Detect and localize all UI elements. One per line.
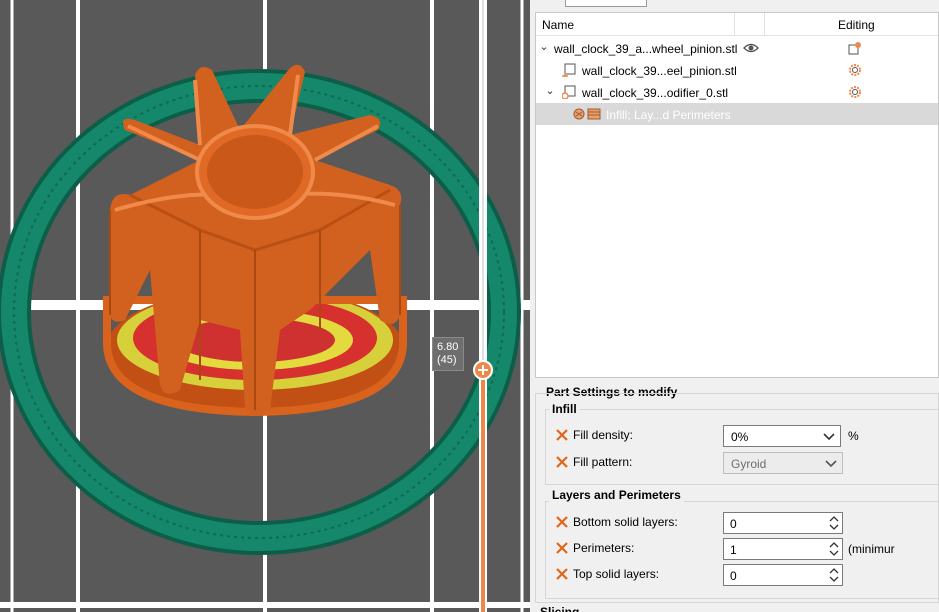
bottom-solid-value: 0 [730, 517, 737, 531]
object-row[interactable]: ⌄ wall_clock_39_a...wheel_pinion.stl [536, 37, 938, 59]
gear-icon[interactable] [848, 63, 862, 77]
spin-arrows-icon[interactable] [828, 567, 840, 583]
fill-density-value: 0% [731, 430, 749, 444]
remove-setting-icon[interactable] [555, 567, 569, 581]
settings-row[interactable]: Infill; Lay...d Perimeters [536, 103, 938, 125]
layer-height-value: 6.80 [437, 341, 459, 353]
perimeters-value: 1 [730, 543, 737, 557]
slice-preview-canvas[interactable] [0, 0, 530, 612]
object-list[interactable]: Name Editing ⌄ wall_clock_39_a...wheel_p… [535, 12, 939, 378]
top-tab-fragment [565, 0, 647, 7]
top-solid-spinner[interactable]: 0 [723, 564, 843, 586]
3d-preview-viewport[interactable]: 6.80 (45) [0, 0, 530, 612]
fill-density-combo[interactable]: 0% [723, 425, 841, 447]
perimeters-unit: (minimur [848, 542, 895, 556]
object-list-header: Name Editing [536, 13, 938, 36]
bottom-solid-spinner[interactable]: 0 [723, 512, 843, 534]
settings-row-label[interactable]: Infill; Lay...d Perimeters [606, 108, 731, 122]
bottom-solid-label: Bottom solid layers: [573, 515, 678, 529]
fill-pattern-value: Gyroid [731, 457, 767, 471]
chevron-down-icon[interactable]: ⌄ [538, 41, 550, 53]
chevron-down-icon[interactable] [824, 457, 838, 469]
remove-setting-icon[interactable] [555, 428, 569, 442]
layer-number-value: (45) [437, 354, 457, 366]
fill-density-label: Fill density: [573, 428, 634, 442]
modifier-name[interactable]: wall_clock_39...odifier_0.stl [582, 86, 728, 100]
column-header-editing[interactable]: Editing [838, 18, 875, 32]
object-settings-icon[interactable] [848, 41, 862, 55]
fill-density-unit: % [848, 429, 859, 443]
modifier-icon [562, 85, 576, 99]
remove-setting-icon[interactable] [555, 515, 569, 529]
column-header-name[interactable]: Name [542, 18, 574, 32]
infill-group-title: Infill [549, 402, 580, 416]
perimeters-spinner[interactable]: 1 [723, 538, 843, 560]
chevron-down-icon[interactable]: ⌄ [544, 85, 556, 97]
remove-setting-icon[interactable] [555, 541, 569, 555]
layer-height-tooltip: 6.80 (45) [432, 337, 464, 371]
layer-slider-handle[interactable] [473, 360, 493, 380]
fill-pattern-label: Fill pattern: [573, 455, 633, 469]
spin-arrows-icon[interactable] [828, 541, 840, 557]
next-section-title: Slicing [540, 605, 580, 612]
part-settings-panel: Part Settings to modify Infill Fill dens… [535, 383, 939, 612]
part-name[interactable]: wall_clock_39...eel_pinion.stl [582, 64, 737, 78]
part-row[interactable]: wall_clock_39...eel_pinion.stl [536, 59, 938, 81]
settings-icon [573, 108, 601, 120]
layers-group-title: Layers and Perimeters [549, 488, 684, 502]
modifier-row[interactable]: ⌄ wall_clock_39...odifier_0.stl [536, 81, 938, 103]
part-icon [562, 63, 576, 77]
top-solid-value: 0 [730, 569, 737, 583]
spin-arrows-icon[interactable] [828, 515, 840, 531]
perimeters-label: Perimeters: [573, 541, 635, 555]
object-name[interactable]: wall_clock_39_a...wheel_pinion.stl [554, 42, 737, 56]
gear-icon[interactable] [848, 85, 862, 99]
fill-pattern-combo[interactable]: Gyroid [723, 452, 843, 474]
top-solid-label: Top solid layers: [573, 567, 660, 581]
remove-setting-icon[interactable] [555, 455, 569, 469]
chevron-down-icon[interactable] [822, 430, 836, 442]
eye-icon[interactable] [743, 42, 759, 54]
